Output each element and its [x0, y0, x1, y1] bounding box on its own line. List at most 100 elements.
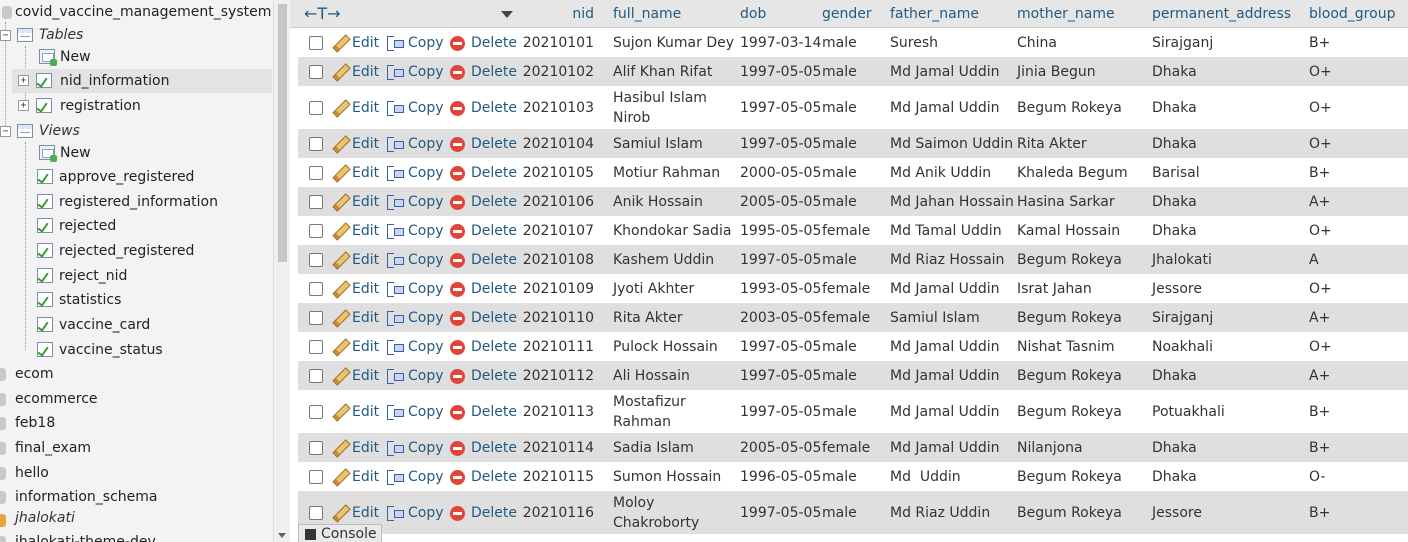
- delete-link[interactable]: Delete: [450, 308, 517, 328]
- delete-link[interactable]: Delete: [450, 221, 517, 241]
- delete-link[interactable]: Delete: [450, 366, 517, 386]
- db-item[interactable]: ecom: [0, 362, 273, 386]
- cell-nid[interactable]: 20210106: [523, 187, 594, 216]
- edit-link[interactable]: Edit: [332, 134, 379, 154]
- row-checkbox[interactable]: [309, 137, 323, 151]
- row-checkbox[interactable]: [309, 101, 323, 115]
- copy-link[interactable]: Copy: [386, 279, 444, 299]
- cell-full-name[interactable]: Jyoti Akhter: [613, 274, 694, 303]
- group-views[interactable]: − Views: [0, 119, 273, 143]
- edit-link[interactable]: Edit: [332, 337, 379, 357]
- cell-mother-name[interactable]: Begum Rokeya: [1017, 462, 1122, 491]
- cell-mother-name[interactable]: Begum Rokeya: [1017, 303, 1122, 332]
- edit-link[interactable]: Edit: [332, 163, 379, 183]
- delete-link[interactable]: Delete: [450, 337, 517, 357]
- cell-permanent-address[interactable]: Jhalokati: [1152, 245, 1212, 274]
- cell-father-name[interactable]: Md Anik Uddin: [890, 158, 991, 187]
- cell-gender[interactable]: male: [822, 129, 857, 158]
- expand-icon[interactable]: +: [18, 100, 29, 111]
- cell-full-name[interactable]: Sadia Islam: [613, 433, 694, 462]
- delete-link[interactable]: Delete: [450, 33, 517, 53]
- copy-link[interactable]: Copy: [386, 250, 444, 270]
- cell-full-name[interactable]: Sujon Kumar Dey: [613, 28, 734, 57]
- cell-dob[interactable]: 2005-05-05: [740, 433, 821, 462]
- cell-blood-group[interactable]: O+: [1309, 129, 1332, 158]
- cell-father-name[interactable]: Md Riaz Uddin: [890, 491, 990, 534]
- new-table-item[interactable]: New: [0, 45, 273, 69]
- cell-gender[interactable]: male: [822, 86, 857, 129]
- chevron-down-icon[interactable]: [501, 11, 513, 18]
- cell-full-name[interactable]: Hasibul Islam Nirob: [613, 86, 707, 129]
- copy-link[interactable]: Copy: [386, 134, 444, 154]
- delete-link[interactable]: Delete: [450, 62, 517, 82]
- cell-blood-group[interactable]: O+: [1309, 274, 1332, 303]
- cell-mother-name[interactable]: China: [1017, 28, 1057, 57]
- edit-link[interactable]: Edit: [332, 192, 379, 212]
- col-header-father-name[interactable]: father_name: [890, 0, 979, 28]
- cell-blood-group[interactable]: B+: [1309, 433, 1330, 462]
- cell-permanent-address[interactable]: Jessore: [1152, 274, 1202, 303]
- row-checkbox[interactable]: [309, 369, 323, 383]
- cell-blood-group[interactable]: B+: [1309, 491, 1330, 534]
- cell-father-name[interactable]: Md Jahan Hossain: [890, 187, 1014, 216]
- cell-nid[interactable]: 20210114: [523, 433, 594, 462]
- view-item[interactable]: rejected_registered: [0, 239, 273, 263]
- table-item-registration[interactable]: + registration: [12, 94, 272, 118]
- cell-blood-group[interactable]: O+: [1309, 86, 1332, 129]
- collapse-icon[interactable]: −: [0, 126, 11, 137]
- cell-nid[interactable]: 20210115: [523, 462, 594, 491]
- db-item[interactable]: jhalokati: [0, 506, 273, 530]
- cell-dob[interactable]: 1997-03-14: [740, 28, 821, 57]
- cell-permanent-address[interactable]: Dhaka: [1152, 216, 1197, 245]
- cell-nid[interactable]: 20210116: [523, 491, 594, 534]
- delete-link[interactable]: Delete: [450, 503, 517, 523]
- cell-nid[interactable]: 20210107: [523, 216, 594, 245]
- cell-father-name[interactable]: Md Jamal Uddin: [890, 274, 999, 303]
- cell-full-name[interactable]: Motiur Rahman: [613, 158, 720, 187]
- cell-full-name[interactable]: Anik Hossain: [613, 187, 703, 216]
- cell-full-name[interactable]: Sumon Hossain: [613, 462, 721, 491]
- delete-link[interactable]: Delete: [450, 98, 517, 118]
- cell-dob[interactable]: 1997-05-05: [740, 86, 821, 129]
- cell-nid[interactable]: 20210108: [523, 245, 594, 274]
- cell-father-name[interactable]: Md Jamal Uddin: [890, 57, 999, 86]
- cell-gender[interactable]: female: [822, 274, 870, 303]
- col-header-permanent-address[interactable]: permanent_address: [1152, 0, 1291, 28]
- cell-mother-name[interactable]: Nishat Tasnim: [1017, 332, 1115, 361]
- view-item[interactable]: statistics: [0, 288, 273, 312]
- cell-dob[interactable]: 1997-05-05: [740, 361, 821, 390]
- db-item[interactable]: jhalokati-theme-dev: [0, 530, 273, 542]
- delete-link[interactable]: Delete: [450, 134, 517, 154]
- scrollbar-thumb[interactable]: [278, 4, 287, 262]
- cell-blood-group[interactable]: O+: [1309, 332, 1332, 361]
- cell-nid[interactable]: 20210111: [523, 332, 594, 361]
- cell-nid[interactable]: 20210103: [523, 86, 594, 129]
- col-header-gender[interactable]: gender: [822, 0, 872, 28]
- column-nav-arrows[interactable]: ←T→: [304, 0, 341, 28]
- copy-link[interactable]: Copy: [386, 438, 444, 458]
- cell-mother-name[interactable]: Khaleda Begum: [1017, 158, 1128, 187]
- cell-mother-name[interactable]: Begum Rokeya: [1017, 361, 1122, 390]
- view-item[interactable]: approve_registered: [0, 165, 273, 189]
- cell-permanent-address[interactable]: Dhaka: [1152, 129, 1197, 158]
- cell-permanent-address[interactable]: Dhaka: [1152, 187, 1197, 216]
- cell-blood-group[interactable]: A+: [1309, 361, 1330, 390]
- copy-link[interactable]: Copy: [386, 192, 444, 212]
- row-checkbox[interactable]: [309, 470, 323, 484]
- cell-blood-group[interactable]: O-: [1309, 462, 1325, 491]
- cell-permanent-address[interactable]: Potuakhali: [1152, 390, 1225, 433]
- table-item-nid-information[interactable]: + nid_information: [12, 69, 272, 93]
- cell-permanent-address[interactable]: Dhaka: [1152, 433, 1197, 462]
- cell-dob[interactable]: 1997-05-05: [740, 390, 821, 433]
- cell-permanent-address[interactable]: Noakhali: [1152, 332, 1213, 361]
- cell-full-name[interactable]: Pulock Hossain: [613, 332, 718, 361]
- delete-link[interactable]: Delete: [450, 279, 517, 299]
- delete-link[interactable]: Delete: [450, 438, 517, 458]
- cell-father-name[interactable]: Md Jamal Uddin: [890, 361, 999, 390]
- copy-link[interactable]: Copy: [386, 62, 444, 82]
- edit-link[interactable]: Edit: [332, 98, 379, 118]
- edit-link[interactable]: Edit: [332, 402, 379, 422]
- cell-gender[interactable]: male: [822, 158, 857, 187]
- edit-link[interactable]: Edit: [332, 221, 379, 241]
- row-checkbox[interactable]: [309, 195, 323, 209]
